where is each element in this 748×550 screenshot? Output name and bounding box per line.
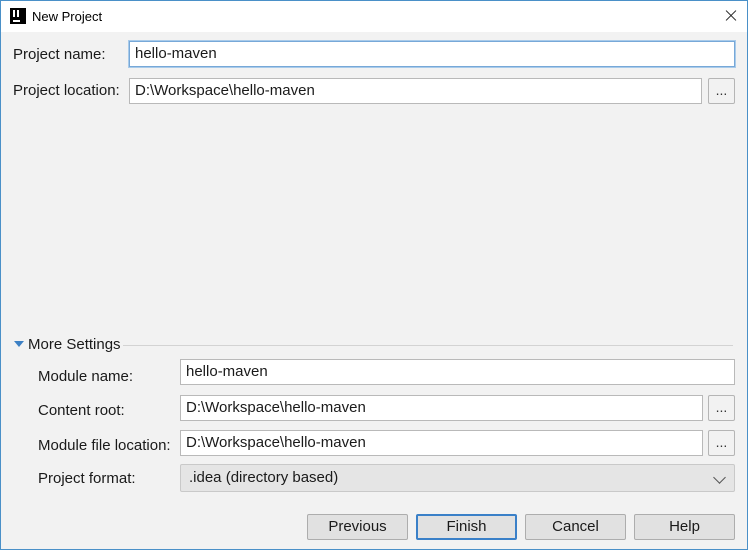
module-file-location-browse-button[interactable]: ... [708,430,735,456]
window-title: New Project [32,9,103,24]
project-location-browse-button[interactable]: ... [708,78,735,104]
module-file-location-label: Module file location: [38,437,171,454]
close-icon[interactable] [719,5,743,27]
module-name-input[interactable]: hello-maven [180,359,735,385]
module-file-location-input[interactable]: D:\Workspace\hello-maven [180,430,703,456]
project-location-input[interactable]: D:\Workspace\hello-maven [129,78,702,104]
intellij-icon [10,8,26,24]
project-format-label: Project format: [38,470,136,487]
content-root-label: Content root: [38,402,125,419]
project-name-label: Project name: [13,46,106,63]
project-location-label: Project location: [13,82,120,99]
previous-button[interactable]: Previous [307,514,408,540]
module-name-label: Module name: [38,368,134,385]
more-settings-label: More Settings [28,336,121,353]
project-format-select[interactable]: .idea (directory based) [180,464,735,492]
project-format-value: .idea (directory based) [189,469,339,486]
title-bar: New Project [1,1,747,32]
content-root-input[interactable]: D:\Workspace\hello-maven [180,395,703,421]
help-button[interactable]: Help [634,514,735,540]
divider [123,345,733,346]
new-project-dialog: New Project Project name: hello-maven Pr… [0,0,748,550]
content-root-browse-button[interactable]: ... [708,395,735,421]
finish-button[interactable]: Finish [416,514,517,540]
cancel-button[interactable]: Cancel [525,514,626,540]
project-name-input[interactable]: hello-maven [129,41,735,67]
chevron-down-icon [713,471,726,484]
expand-triangle-icon [14,341,24,347]
